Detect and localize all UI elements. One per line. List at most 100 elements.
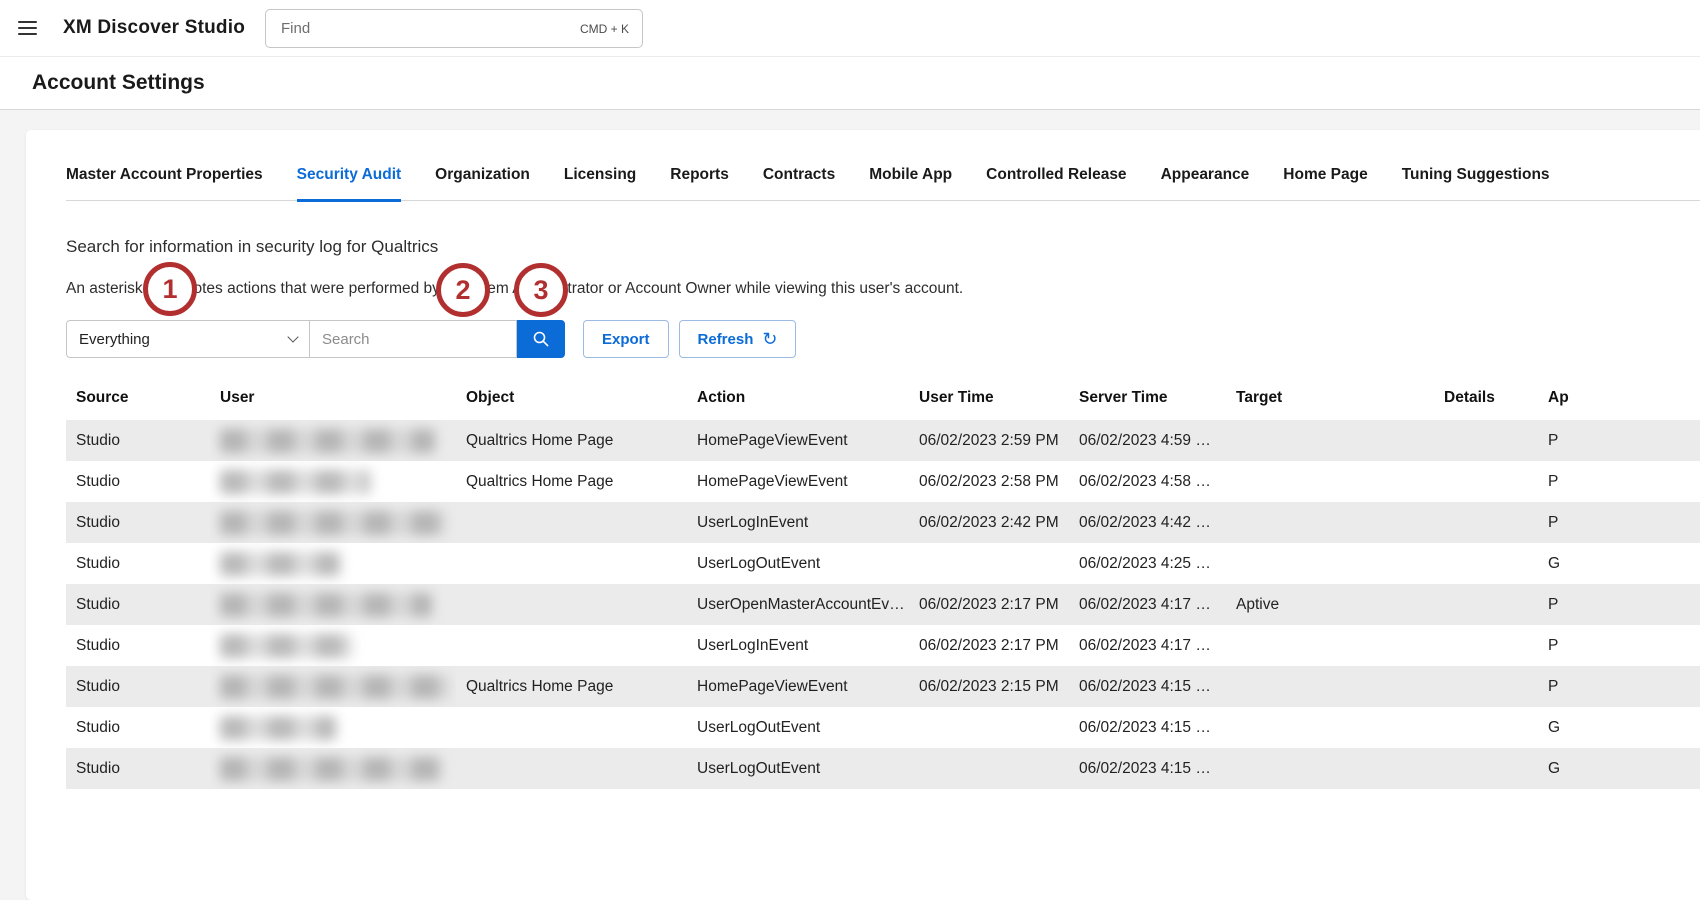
cell-object — [456, 707, 687, 748]
redacted-user-name — [220, 469, 370, 494]
cell-target — [1226, 461, 1434, 502]
tab-organization[interactable]: Organization — [435, 166, 530, 202]
cell-action: UserLogInEvent — [697, 636, 809, 654]
refresh-button-label: Refresh — [697, 330, 754, 348]
cell-user — [210, 584, 456, 625]
tab-security-audit[interactable]: Security Audit — [296, 166, 402, 202]
redacted-user-name — [220, 715, 336, 740]
cell-source: Studio — [76, 718, 120, 736]
asterisk-note: An asterisk (*) denotes actions that wer… — [66, 280, 964, 297]
cell-target — [1226, 625, 1434, 666]
refresh-button[interactable]: Refresh ↻ — [678, 320, 797, 358]
tab-licensing[interactable]: Licensing — [564, 166, 636, 202]
cell-app: P — [1538, 584, 1700, 625]
cell-user_time — [909, 707, 1069, 748]
cell-app: G — [1538, 748, 1700, 789]
account-settings-card: Master Account Properties Security Audit O… — [26, 130, 1700, 900]
filter-selected-value: Everything — [79, 330, 150, 348]
cell-user — [210, 502, 456, 543]
cell-user_time: 06/02/2023 2:42 PM — [909, 502, 1069, 543]
cell-app: G — [1548, 554, 1561, 572]
tab-home-page[interactable]: Home Page — [1283, 166, 1367, 202]
annotation-circle-2: 2 — [436, 263, 490, 317]
page-title: Account Settings — [32, 71, 205, 94]
table-row: Studio UserLogOutEvent 06/02/2023 4:15 … G — [66, 707, 1700, 748]
search-button[interactable] — [517, 320, 565, 358]
column-header-source: Source — [76, 389, 129, 406]
column-header-details: Details — [1444, 389, 1495, 406]
cell-details — [1434, 543, 1538, 584]
cell-source: Studio — [76, 554, 120, 572]
cell-details — [1434, 461, 1538, 502]
controls-row: Everything Export Refresh ↻ — [66, 320, 1700, 358]
tab-controlled-release[interactable]: Controlled Release — [986, 166, 1126, 202]
cell-app: P — [1538, 502, 1700, 543]
annotation-circle-1: 1 — [143, 262, 197, 316]
cell-object — [456, 543, 687, 584]
cell-action: UserLogOutEvent — [697, 554, 821, 572]
cell-details — [1434, 666, 1538, 707]
tab-bar: Master Account Properties Security Audit O… — [66, 166, 1700, 202]
cell-action: HomePageViewEvent — [687, 420, 909, 461]
export-button[interactable]: Export — [583, 320, 669, 358]
redacted-user-name — [220, 674, 450, 699]
cell-user_time: 06/02/2023 2:17 PM — [909, 584, 1069, 625]
cell-app: P — [1548, 636, 1559, 654]
tab-reports[interactable]: Reports — [670, 166, 729, 202]
cell-object — [456, 748, 687, 789]
column-header-ap: Ap — [1548, 389, 1569, 406]
redacted-user-name — [220, 592, 432, 617]
cell-server_time: 06/02/2023 4:17 … — [1079, 636, 1211, 654]
cell-user — [210, 666, 456, 707]
section-heading: Search for information in security log f… — [66, 237, 439, 256]
annotation-circle-3: 3 — [514, 263, 568, 317]
search-input[interactable] — [310, 320, 517, 358]
cell-user — [210, 707, 456, 748]
table-header-row: Source User Object Action User Time Server Ti… — [66, 376, 1700, 420]
cell-user — [210, 625, 456, 666]
tab-contracts[interactable]: Contracts — [763, 166, 835, 202]
tab-mobile-app[interactable]: Mobile App — [869, 166, 952, 202]
cell-source: Studio — [66, 420, 210, 461]
cell-user — [210, 748, 456, 789]
cell-server_time: 06/02/2023 4:59 … — [1069, 420, 1226, 461]
cell-user — [210, 461, 456, 502]
cell-target — [1226, 707, 1434, 748]
table-row: Studio UserLogInEvent 06/02/2023 2:42 PM 06… — [66, 502, 1700, 543]
cell-server_time: 06/02/2023 4:58 … — [1079, 472, 1211, 490]
tab-appearance[interactable]: Appearance — [1161, 166, 1250, 202]
cell-action: UserOpenMasterAccountEv… — [687, 584, 909, 625]
cell-target — [1226, 420, 1434, 461]
cell-target — [1226, 666, 1434, 707]
redacted-user-name — [220, 510, 446, 535]
cell-action: UserLogOutEvent — [697, 718, 821, 736]
cell-object — [456, 502, 687, 543]
find-box[interactable]: CMD + K — [265, 9, 643, 48]
cell-target: Aptive — [1226, 584, 1434, 625]
cell-app: G — [1548, 718, 1561, 736]
find-input[interactable] — [279, 19, 580, 38]
hamburger-menu-icon[interactable] — [18, 21, 37, 35]
cell-details — [1434, 625, 1538, 666]
cell-source: Studio — [76, 472, 120, 490]
tab-master-account-properties[interactable]: Master Account Properties — [66, 166, 263, 202]
redacted-user-name — [220, 756, 442, 781]
cell-object — [456, 625, 687, 666]
cell-object: Qualtrics Home Page — [466, 472, 614, 490]
column-header-server-time: Server Time — [1079, 389, 1168, 406]
cell-source: Studio — [66, 502, 210, 543]
column-header-target: Target — [1236, 389, 1283, 406]
filter-dropdown[interactable]: Everything — [66, 320, 310, 358]
cell-server_time: 06/02/2023 4:15 … — [1069, 666, 1226, 707]
cell-object: Qualtrics Home Page — [456, 420, 687, 461]
cell-user_time — [909, 748, 1069, 789]
chevron-down-icon — [287, 331, 299, 343]
audit-table: Source User Object Action User Time Server Ti… — [66, 376, 1700, 789]
column-header-action: Action — [697, 389, 746, 406]
tab-tuning-suggestions[interactable]: Tuning Suggestions — [1402, 166, 1550, 202]
audit-table-body: Studio Qualtrics Home Page HomePageViewEve… — [66, 420, 1700, 789]
table-row: Studio Qualtrics Home Page HomePageViewEve… — [66, 420, 1700, 461]
cell-target — [1226, 502, 1434, 543]
table-row: Studio Qualtrics Home Page HomePageViewEve… — [66, 666, 1700, 707]
cell-details — [1434, 748, 1538, 789]
